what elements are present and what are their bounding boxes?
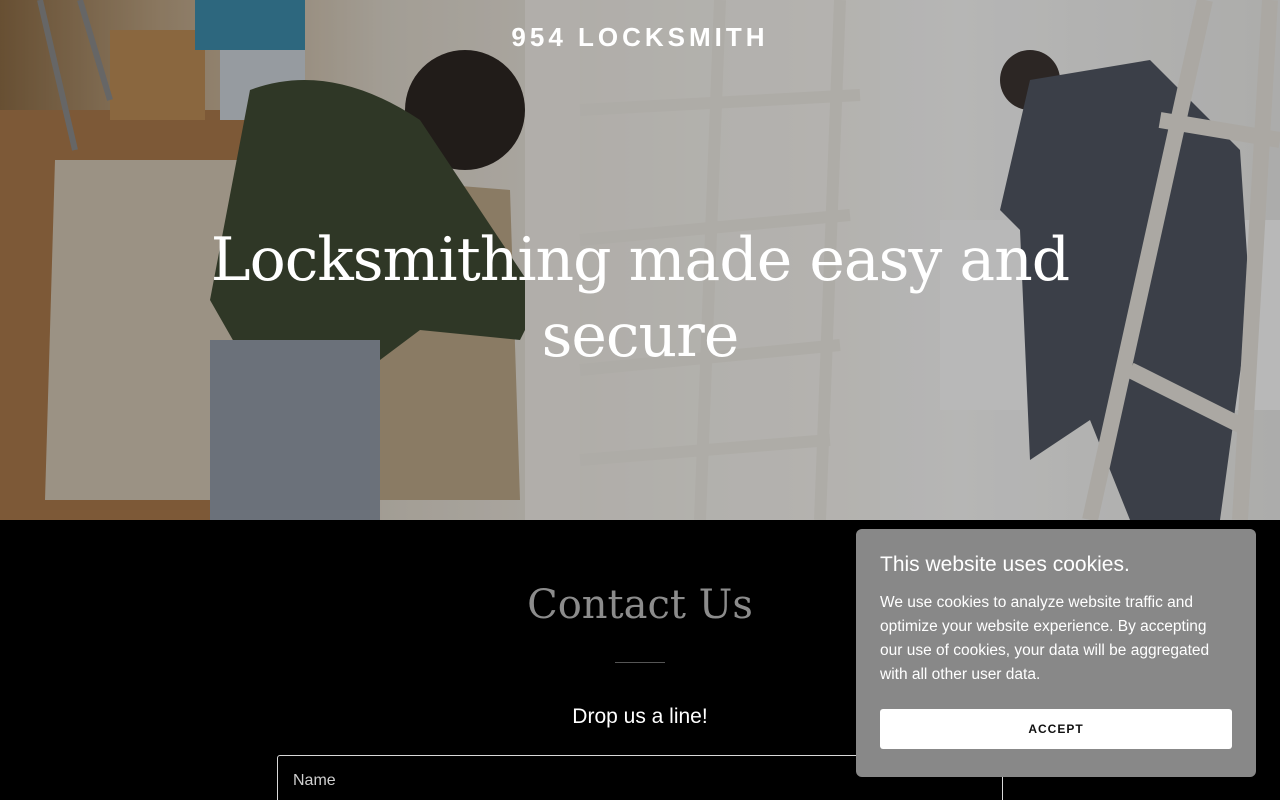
cookie-banner: This website uses cookies. We use cookie… <box>856 529 1256 777</box>
cookie-banner-text: We use cookies to analyze website traffi… <box>880 594 1210 683</box>
title-divider <box>615 662 665 663</box>
accept-cookies-button[interactable]: ACCEPT <box>880 709 1232 749</box>
hero-section: 954 LOCKSMITH Locksmithing made easy and… <box>0 0 1280 520</box>
cookie-banner-title: This website uses cookies. <box>880 553 1130 576</box>
hero-heading: Locksmithing made easy and secure <box>210 225 1070 371</box>
site-title[interactable]: 954 LOCKSMITH <box>0 22 1280 53</box>
